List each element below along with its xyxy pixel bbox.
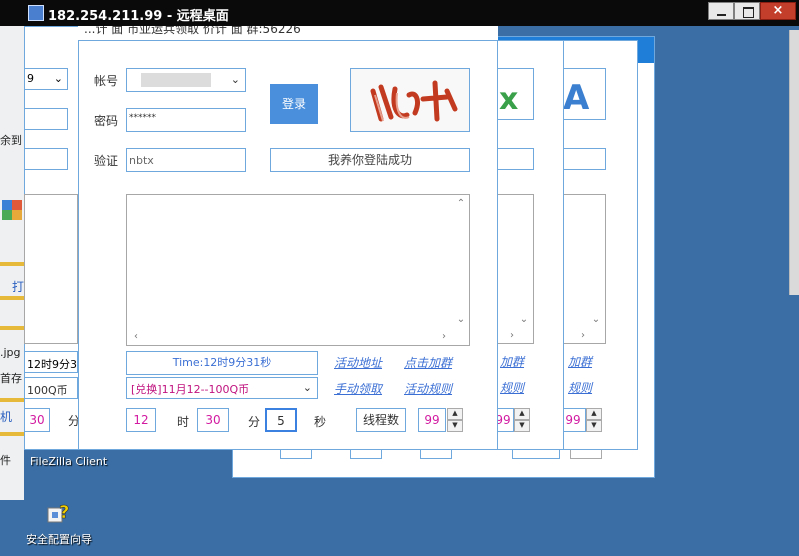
- manual-claim-link[interactable]: 手动领取: [334, 380, 382, 397]
- minimize-button[interactable]: [708, 2, 734, 20]
- chevron-down-icon: ⌄: [302, 381, 312, 394]
- accent-stripe: [0, 296, 24, 300]
- app-icon: [12, 200, 22, 210]
- login-button[interactable]: 登录: [270, 84, 318, 124]
- host-text-fragment: 首存: [0, 372, 22, 385]
- status-field: 我养你登陆成功: [270, 148, 470, 172]
- spin-up-button[interactable]: ▲: [447, 408, 463, 420]
- activity-address-link[interactable]: 活动地址: [334, 354, 382, 371]
- accent-stripe: [0, 398, 24, 402]
- captcha-image: A: [560, 68, 606, 120]
- second-input[interactable]: 5: [265, 408, 297, 432]
- minute-input[interactable]: 30: [197, 408, 229, 432]
- time-display: Time:12时9分31秒: [126, 351, 318, 375]
- remote-desktop-title: 182.254.211.99 - 远程桌面: [48, 9, 229, 24]
- join-group-link[interactable]: 点击加群: [404, 354, 452, 371]
- account-select[interactable]: 9 ⌄: [24, 68, 68, 90]
- rules-link[interactable]: 规则: [500, 379, 524, 396]
- exchange-select[interactable]: 100Q币: [24, 377, 78, 399]
- rules-link[interactable]: 规则: [568, 379, 592, 396]
- log-area: [126, 194, 470, 346]
- scroll-down-icon[interactable]: ⌄: [516, 312, 532, 328]
- status-field: [492, 148, 534, 170]
- spin-down-button[interactable]: ▼: [586, 420, 602, 432]
- spin-up-button[interactable]: ▲: [514, 408, 530, 420]
- scroll-down-icon[interactable]: ⌄: [453, 312, 469, 328]
- log-area: [24, 194, 78, 344]
- remote-desktop-icon: [28, 5, 44, 21]
- join-group-link[interactable]: 加群: [568, 353, 592, 370]
- scroll-right-icon[interactable]: ›: [436, 329, 452, 345]
- spin-down-button[interactable]: ▼: [514, 420, 530, 432]
- scroll-right-icon[interactable]: ›: [504, 328, 520, 344]
- app-icon: [2, 200, 12, 210]
- host-text-fragment: 打: [12, 280, 25, 294]
- svg-text:?: ?: [59, 502, 69, 523]
- status-field: [560, 148, 606, 170]
- exchange-select[interactable]: [兑换]11月12--100Q币 ⌄: [126, 377, 318, 399]
- minute-input[interactable]: 30: [24, 408, 50, 432]
- maximize-button[interactable]: [734, 2, 760, 20]
- svg-text:A: A: [563, 78, 590, 118]
- verify-field[interactable]: [24, 148, 68, 170]
- captcha-image[interactable]: [350, 68, 470, 132]
- app-icon: [12, 210, 22, 220]
- hour-input[interactable]: 12: [126, 408, 156, 432]
- scroll-left-icon[interactable]: ‹: [128, 329, 144, 345]
- accent-stripe: [0, 326, 24, 330]
- threads-button[interactable]: 线程数: [356, 408, 406, 432]
- captcha-image: x: [492, 68, 534, 120]
- scroll-down-icon[interactable]: ⌄: [588, 312, 604, 328]
- spin-up-button[interactable]: ▲: [586, 408, 602, 420]
- account-value-masked: [141, 73, 211, 87]
- chevron-down-icon: ⌄: [230, 73, 240, 86]
- second-unit: 秒: [314, 415, 327, 429]
- password-field[interactable]: [24, 108, 68, 130]
- scroll-right-icon[interactable]: ›: [575, 328, 591, 344]
- close-button[interactable]: ×: [760, 2, 796, 20]
- verify-label: 验证: [94, 154, 119, 168]
- hour-unit: 时: [177, 415, 190, 429]
- svg-text:x: x: [499, 82, 518, 117]
- host-text-fragment: 余到: [0, 134, 22, 147]
- minute-unit: 分: [248, 415, 261, 429]
- scroll-up-icon[interactable]: ⌃: [453, 196, 469, 212]
- security-wizard-label[interactable]: 安全配置向导: [26, 531, 92, 547]
- filezilla-label[interactable]: FileZilla Client: [30, 455, 107, 468]
- window-title-text: ...计 面 市亚运兵领取 价计 面 群:56226: [84, 26, 301, 36]
- password-label: 密码: [94, 114, 119, 128]
- app-icon: [2, 210, 12, 220]
- account-select[interactable]: ⌄: [126, 68, 246, 92]
- main-window-title: ...计 面 市亚运兵领取 价计 面 群:56226: [78, 26, 498, 40]
- verify-input[interactable]: nbtx: [126, 148, 246, 172]
- threads-input[interactable]: 99: [418, 408, 446, 432]
- account-label: 帐号: [94, 74, 119, 88]
- accent-stripe: [0, 262, 24, 266]
- spin-down-button[interactable]: ▼: [447, 420, 463, 432]
- host-text-fragment: 机: [0, 410, 13, 424]
- security-wizard-icon[interactable]: ?: [46, 500, 72, 526]
- accent-stripe: [0, 432, 24, 436]
- join-group-link[interactable]: 加群: [500, 353, 524, 370]
- time-display: 12时9分31: [24, 351, 78, 373]
- host-text-fragment: .jpg: [0, 346, 21, 359]
- activity-rules-link[interactable]: 活动规则: [404, 380, 452, 397]
- password-input[interactable]: ******: [126, 108, 246, 132]
- host-text-fragment: 件: [0, 454, 11, 467]
- exchange-select-value: [兑换]11月12--100Q币: [131, 383, 250, 396]
- host-scrollbar[interactable]: [789, 30, 799, 295]
